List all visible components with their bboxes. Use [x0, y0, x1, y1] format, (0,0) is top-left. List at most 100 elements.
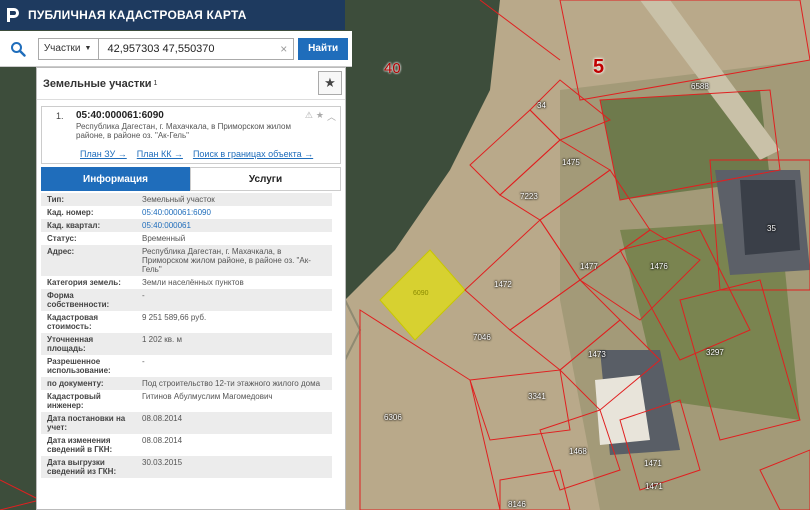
item-index: 1. [56, 111, 64, 121]
card-icons: ⚠ ★ ︿ [305, 110, 336, 123]
logo-icon[interactable] [4, 6, 22, 24]
attribute-key: Дата постановки на учет: [41, 412, 136, 434]
find-button[interactable]: Найти [298, 37, 348, 60]
panel-header: Земельные участки 1 ★ [37, 68, 345, 100]
app-header: ПУБЛИЧНАЯ КАДАСТРОВАЯ КАРТА [0, 0, 345, 30]
chevron-down-icon: ▼ [84, 45, 92, 52]
table-row: Кадастровый инженер: Гитинов Абулмуслим М… [41, 390, 332, 412]
search-query-text: 42,957303 47,550370 [107, 42, 215, 55]
attribute-key: Разрешенное использование: [47, 357, 111, 375]
object-type-dropdown[interactable]: Участки ▼ [37, 37, 100, 60]
attribute-value[interactable]: 05:40:000061:6090 [136, 206, 332, 219]
star-icon: ★ [324, 75, 336, 90]
map-label-parcel: 1471 [644, 459, 662, 468]
map-label-parcel: 1471 [645, 482, 663, 491]
map-label-parcel: 3341 [528, 392, 546, 401]
table-row: Статус: Временный [41, 232, 332, 245]
attribute-value: 1 202 кв. м [136, 333, 332, 355]
table-row: Дата изменения сведений в ГКН: 08.08.2014 [41, 434, 332, 456]
clear-icon[interactable]: × [280, 42, 287, 56]
attributes-table: Тип: Земельный участок Кад. номер: 05:40:00… [41, 193, 332, 478]
parcel-card-header[interactable]: 1. 05:40:000061:6090 Республика Дагестан… [42, 107, 340, 149]
table-row: Дата выгрузки сведений из ГКН: 30.03.2015 [41, 456, 332, 478]
attribute-value: 9 251 589,66 руб. [142, 313, 207, 322]
parcel-card: 1. 05:40:000061:6090 Республика Дагестан… [41, 106, 341, 164]
attribute-value[interactable]: 05:40:000061 [136, 219, 332, 232]
map-label-parcel: 3297 [706, 348, 724, 357]
attribute-value: Земли населённых пунктов [142, 278, 244, 287]
attribute-key: Категория земель: [47, 278, 121, 287]
attribute-key: Кад. номер: [47, 208, 94, 217]
star-outline-icon[interactable]: ★ [316, 110, 324, 123]
map-label-parcel: 6306 [384, 413, 402, 422]
map-label-parcel: 1472 [494, 280, 512, 289]
warning-icon[interactable]: ⚠ [305, 110, 313, 123]
map-label-parcel: 34 [537, 101, 546, 110]
chevron-up-icon[interactable]: ︿ [327, 110, 336, 123]
search-icon[interactable] [4, 35, 32, 63]
attribute-value: 30.03.2015 [136, 456, 332, 478]
map-label-parcel: 1468 [569, 447, 587, 456]
table-row: Разрешенное использование: - [41, 355, 332, 377]
attribute-key: Статус: [47, 234, 77, 243]
attribute-key: Кад. квартал: [41, 219, 136, 232]
map-label-parcel: 8146 [508, 500, 526, 509]
parcel-links: План ЗУ → План КК → Поиск в границах объ… [42, 149, 340, 163]
panel-tabs: Информация Услуги [41, 167, 341, 191]
attribute-value: Земельный участок [136, 193, 332, 206]
app-title: ПУБЛИЧНАЯ КАДАСТРОВАЯ КАРТА [28, 8, 247, 22]
table-row: Кад. квартал: 05:40:000061 [41, 219, 332, 232]
table-row: Дата постановки на учет: 08.08.2014 [41, 412, 332, 434]
tab-services[interactable]: Услуги [190, 167, 341, 191]
attribute-value: Под строительство 12-ти этажного жилого … [136, 377, 332, 390]
cadastral-number: 05:40:000061:6090 [76, 110, 164, 121]
map-label-selected-parcel[interactable]: 6090 [413, 290, 429, 297]
map-label-parcel: 7223 [520, 192, 538, 201]
attribute-key: Дата выгрузки сведений из ГКН: [41, 456, 136, 478]
map-label-parcel: 1475 [562, 158, 580, 167]
attribute-key: Дата изменения сведений в ГКН: [47, 436, 113, 454]
map-label-district-40: 40 [384, 60, 401, 77]
link-plan-zu[interactable]: План ЗУ → [80, 149, 127, 163]
table-row: Категория земель: Земли населённых пункто… [41, 276, 332, 289]
table-row: Форма собственности: - [41, 289, 332, 311]
map-label-quarter-5: 5 [593, 56, 605, 78]
attribute-key: Тип: [41, 193, 136, 206]
favorite-button[interactable]: ★ [318, 71, 342, 95]
result-count: 1 [153, 80, 158, 87]
table-row: по документу: Под строительство 12-ти эта… [41, 377, 332, 390]
attribute-value: 08.08.2014 [136, 412, 332, 434]
attribute-value: - [142, 357, 145, 366]
attribute-value: Республика Дагестан, г. Махачкала, в При… [136, 245, 332, 276]
map-label-parcel: 1473 [588, 350, 606, 359]
map-label-parcel: 35 [767, 224, 776, 233]
map-label-parcel: 6588 [691, 82, 709, 91]
panel-title: Земельные участки [43, 77, 152, 90]
attribute-value: 08.08.2014 [142, 436, 183, 445]
link-plan-kk[interactable]: План КК → [137, 149, 183, 163]
object-type-label: Участки [43, 43, 81, 54]
table-row: Кад. номер: 05:40:000061:6090 [41, 206, 332, 219]
table-row: Тип: Земельный участок [41, 193, 332, 206]
attribute-key: Уточненная площадь: [41, 333, 136, 355]
parcel-address: Республика Дагестан, г. Махачкала, в При… [76, 122, 291, 140]
attribute-value: Гитинов Абулмуслим Магомедович [142, 392, 273, 401]
table-row: Адрес: Республика Дагестан, г. Махачкала,… [41, 245, 332, 276]
attribute-value: - [136, 289, 332, 311]
attribute-value: Временный [142, 234, 186, 243]
link-search-within[interactable]: Поиск в границах объекта → [193, 149, 313, 163]
map-label-parcel: 1476 [650, 262, 668, 271]
map-label-parcel: 7046 [473, 333, 491, 342]
info-panel: Земельные участки 1 ★ 1. 05:40:000061:609… [36, 67, 346, 510]
map-label-parcel: 1477 [580, 262, 598, 271]
attribute-key: Кадастровая стоимость: [47, 313, 99, 331]
attribute-key: Форма собственности: [41, 289, 136, 311]
attribute-key: по документу: [41, 377, 136, 390]
table-row: Уточненная площадь: 1 202 кв. м [41, 333, 332, 355]
attribute-key: Кадастровый инженер: [47, 392, 101, 410]
search-bar: Участки ▼ 42,957303 47,550370 × Найти [0, 31, 352, 67]
attribute-key: Адрес: [41, 245, 136, 276]
tab-information[interactable]: Информация [41, 167, 190, 191]
search-input[interactable]: 42,957303 47,550370 × [99, 37, 295, 60]
table-row: Кадастровая стоимость: 9 251 589,66 руб. [41, 311, 332, 333]
